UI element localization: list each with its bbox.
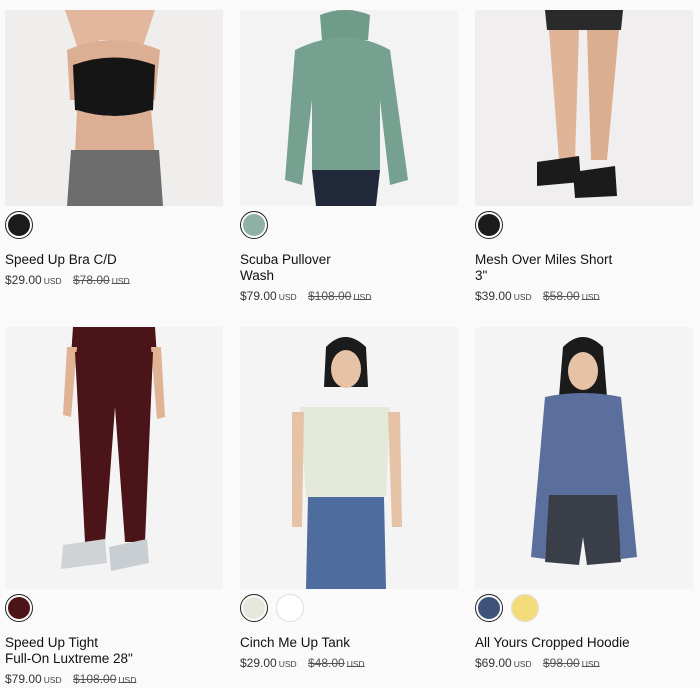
- original-price: $58.00 USD: [543, 289, 600, 303]
- original-price-value: $48.00: [308, 656, 345, 670]
- product-image[interactable]: [5, 10, 223, 206]
- swatch-color: [243, 214, 265, 236]
- sale-price: $29.00: [240, 656, 277, 670]
- color-swatch-green[interactable]: [240, 211, 268, 239]
- original-price: $108.00 USD: [73, 672, 136, 686]
- currency: USD: [346, 659, 365, 669]
- product-card[interactable]: Scuba Pullover Wash $79.00 USD $108.00 USD: [240, 10, 458, 305]
- price-row: $69.00 USD $98.00 USD: [475, 655, 693, 672]
- product-photo: [475, 327, 693, 589]
- price-row: $29.00 USD $78.00 USD: [5, 272, 223, 289]
- original-price-value: $108.00: [73, 672, 117, 686]
- currency: USD: [118, 675, 137, 685]
- color-swatch-navy[interactable]: [475, 594, 503, 622]
- original-price: $108.00 USD: [308, 289, 371, 303]
- swatch-color: [8, 597, 30, 619]
- swatch-color: [8, 214, 30, 236]
- sale-price: $39.00: [475, 289, 512, 303]
- color-swatch-cream[interactable]: [240, 594, 268, 622]
- product-photo: [5, 10, 223, 206]
- original-price-value: $108.00: [308, 289, 352, 303]
- swatch-color: [243, 597, 265, 619]
- currency: USD: [581, 659, 600, 669]
- currency: USD: [278, 659, 297, 669]
- product-photo: [475, 10, 693, 206]
- product-card[interactable]: Cinch Me Up Tank $29.00 USD $48.00 USD: [240, 327, 458, 672]
- product-photo: [240, 10, 458, 206]
- original-price-value: $78.00: [73, 273, 110, 287]
- original-price-value: $98.00: [543, 656, 580, 670]
- color-swatch-black[interactable]: [5, 211, 33, 239]
- currency: USD: [353, 292, 372, 302]
- product-name[interactable]: Speed Up Tight Full-On Luxtreme 28": [5, 635, 223, 667]
- product-photo: [5, 327, 223, 589]
- product-image[interactable]: [5, 327, 223, 589]
- product-image[interactable]: [240, 327, 458, 589]
- sale-price: $29.00: [5, 273, 42, 287]
- color-swatch-yellow[interactable]: [511, 594, 539, 622]
- swatch-color: [512, 595, 538, 621]
- product-grid: Speed Up Bra C/D $29.00 USD $78.00 USD Scu…: [0, 0, 700, 686]
- sale-price: $79.00: [240, 289, 277, 303]
- sale-price: $79.00: [5, 672, 42, 686]
- product-image[interactable]: [475, 327, 693, 589]
- swatch-color: [478, 214, 500, 236]
- currency: USD: [43, 675, 62, 685]
- product-card[interactable]: Speed Up Bra C/D $29.00 USD $78.00 USD: [5, 10, 223, 289]
- product-image[interactable]: [240, 10, 458, 206]
- color-swatch-black[interactable]: [475, 211, 503, 239]
- product-name[interactable]: Mesh Over Miles Short 3": [475, 252, 693, 284]
- original-price-value: $58.00: [543, 289, 580, 303]
- currency: USD: [43, 276, 62, 286]
- currency: USD: [581, 292, 600, 302]
- color-swatch-white[interactable]: [276, 594, 304, 622]
- product-name[interactable]: Scuba Pullover Wash: [240, 252, 458, 284]
- price-row: $39.00 USD $58.00 USD: [475, 288, 693, 305]
- currency: USD: [513, 292, 532, 302]
- original-price: $48.00 USD: [308, 656, 365, 670]
- product-card[interactable]: Mesh Over Miles Short 3" $39.00 USD $58.0…: [475, 10, 693, 305]
- color-swatch-burgundy[interactable]: [5, 594, 33, 622]
- product-card[interactable]: Speed Up Tight Full-On Luxtreme 28" $79.…: [5, 327, 223, 688]
- swatch-color: [478, 597, 500, 619]
- original-price: $78.00 USD: [73, 273, 130, 287]
- product-name[interactable]: Cinch Me Up Tank: [240, 635, 458, 651]
- swatch-color: [277, 595, 303, 621]
- currency: USD: [278, 292, 297, 302]
- product-card[interactable]: All Yours Cropped Hoodie $69.00 USD $98.0…: [475, 327, 693, 672]
- sale-price: $69.00: [475, 656, 512, 670]
- currency: USD: [111, 276, 130, 286]
- price-row: $29.00 USD $48.00 USD: [240, 655, 458, 672]
- original-price: $98.00 USD: [543, 656, 600, 670]
- product-name[interactable]: All Yours Cropped Hoodie: [475, 635, 693, 651]
- price-row: $79.00 USD $108.00 USD: [5, 671, 223, 688]
- currency: USD: [513, 659, 532, 669]
- price-row: $79.00 USD $108.00 USD: [240, 288, 458, 305]
- product-photo: [240, 327, 458, 589]
- product-image[interactable]: [475, 10, 693, 206]
- product-name[interactable]: Speed Up Bra C/D: [5, 252, 223, 268]
